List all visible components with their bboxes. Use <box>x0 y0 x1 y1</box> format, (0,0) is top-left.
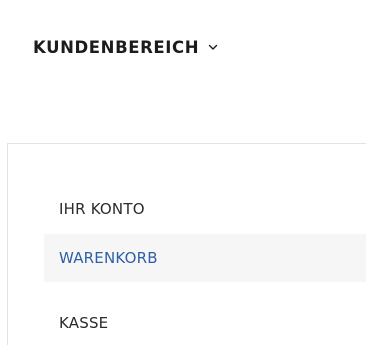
menu-item-warenkorb[interactable]: WARENKORB <box>44 234 366 282</box>
menu-item-label: KASSE <box>59 314 109 332</box>
kundenbereich-dropdown: IHR KONTO WARENKORB KASSE <box>7 143 366 345</box>
menu-item-label: IHR KONTO <box>59 200 145 218</box>
menu-item-label: WARENKORB <box>59 249 158 267</box>
menu-item-ihr-konto[interactable]: IHR KONTO <box>44 185 366 233</box>
menu-item-kasse[interactable]: KASSE <box>44 299 366 347</box>
kundenbereich-menu-toggle[interactable]: KUNDENBEREICH <box>33 34 218 60</box>
chevron-down-icon <box>208 42 218 52</box>
menu-toggle-label: KUNDENBEREICH <box>33 37 200 57</box>
